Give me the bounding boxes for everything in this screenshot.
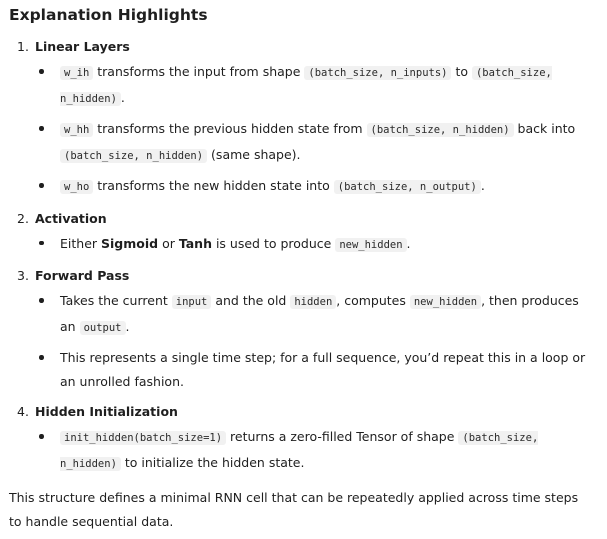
text-run: (same shape).	[207, 146, 301, 162]
text-run: This represents a single time step; for …	[60, 350, 586, 389]
inline-code: w_ho	[60, 180, 94, 194]
bullet-item: Either Sigmoid or Tanh is used to produc…	[9, 232, 598, 258]
text-run: transforms the input from shape	[93, 64, 305, 79]
text-run: transforms the new hidden state into	[93, 178, 334, 193]
section-title: Linear Layers	[35, 39, 130, 54]
text-run: .	[125, 318, 130, 334]
bold-text: Tanh	[178, 235, 212, 251]
section-title: Activation	[35, 210, 107, 226]
text-run: returns a zero-filled Tensor of shape	[226, 429, 459, 444]
inline-code: output	[79, 320, 126, 335]
bullet-item: w_ih transforms the input from shape (ba…	[9, 60, 598, 111]
text-run: .	[120, 89, 125, 105]
section-number: 2.	[17, 210, 29, 226]
section-number: 1.	[17, 39, 29, 54]
text-run: is used to produce	[211, 235, 336, 251]
text-run: Takes the current	[60, 293, 172, 308]
section-number: 4.	[17, 404, 29, 419]
inline-code: (batch_size, n_inputs)	[304, 66, 452, 80]
text-run: to	[451, 64, 472, 79]
section-number: 3.	[17, 268, 29, 283]
bold-text: Sigmoid	[101, 235, 159, 251]
section-heading: 4. Hidden Initialization	[9, 399, 598, 425]
inline-code: (batch_size, n_hidden)	[60, 148, 208, 163]
section-4: 4. Hidden Initialization init_hidden(batch…	[9, 399, 598, 476]
text-run: back into	[513, 121, 576, 136]
section-heading: 1. Linear Layers	[9, 34, 598, 60]
text-run: transforms the previous hidden state fro…	[93, 121, 367, 136]
section-1: 1. Linear Layers w_ih transforms the input…	[9, 34, 598, 200]
document-page: Explanation Highlights 1. Linear Layers w_…	[0, 0, 607, 539]
inline-code: (batch_size, n_output)	[333, 180, 481, 194]
text-run: , computes	[336, 293, 410, 308]
bullet-item: w_hh transforms the previous hidden stat…	[9, 117, 598, 168]
summary-paragraph: This structure defines a minimal RNN cel…	[9, 490, 579, 529]
section-title: Forward Pass	[35, 268, 130, 283]
inline-code: input	[171, 295, 212, 309]
inline-code: w_ih	[60, 66, 94, 80]
section-heading: 3. Forward Pass	[9, 263, 598, 289]
inline-code: new_hidden	[335, 237, 407, 252]
bullet-item: Takes the current input and the old hidd…	[9, 289, 598, 340]
inline-code: hidden	[290, 295, 337, 309]
page-title: Explanation Highlights	[9, 6, 208, 24]
bullet-item: w_ho transforms the new hidden state int…	[9, 174, 598, 200]
section-heading: 2. Activation	[9, 206, 598, 232]
text-run: to initialize the hidden state.	[120, 454, 305, 470]
text-run: or	[158, 235, 179, 251]
inline-code: (batch_size, n_hidden)	[366, 123, 514, 137]
inline-code: new_hidden	[409, 295, 482, 309]
text-run: .	[406, 235, 411, 251]
text-run: and the old	[211, 293, 291, 308]
section-title: Hidden Initialization	[35, 404, 178, 419]
section-2: 2. Activation Either Sigmoid or Tanh is us…	[9, 206, 598, 258]
highlights-list: 1. Linear Layers w_ih transforms the input…	[9, 34, 598, 482]
inline-code: init_hidden(batch_size=1)	[60, 431, 227, 445]
section-3: 3. Forward Pass Takes the current input an…	[9, 263, 598, 393]
bullet-item: init_hidden(batch_size=1) returns a zero…	[9, 425, 598, 476]
text-run: .	[480, 178, 485, 193]
inline-code: w_hh	[60, 123, 94, 137]
text-run: Either	[60, 235, 101, 251]
bullet-item: This represents a single time step; for …	[9, 346, 598, 393]
